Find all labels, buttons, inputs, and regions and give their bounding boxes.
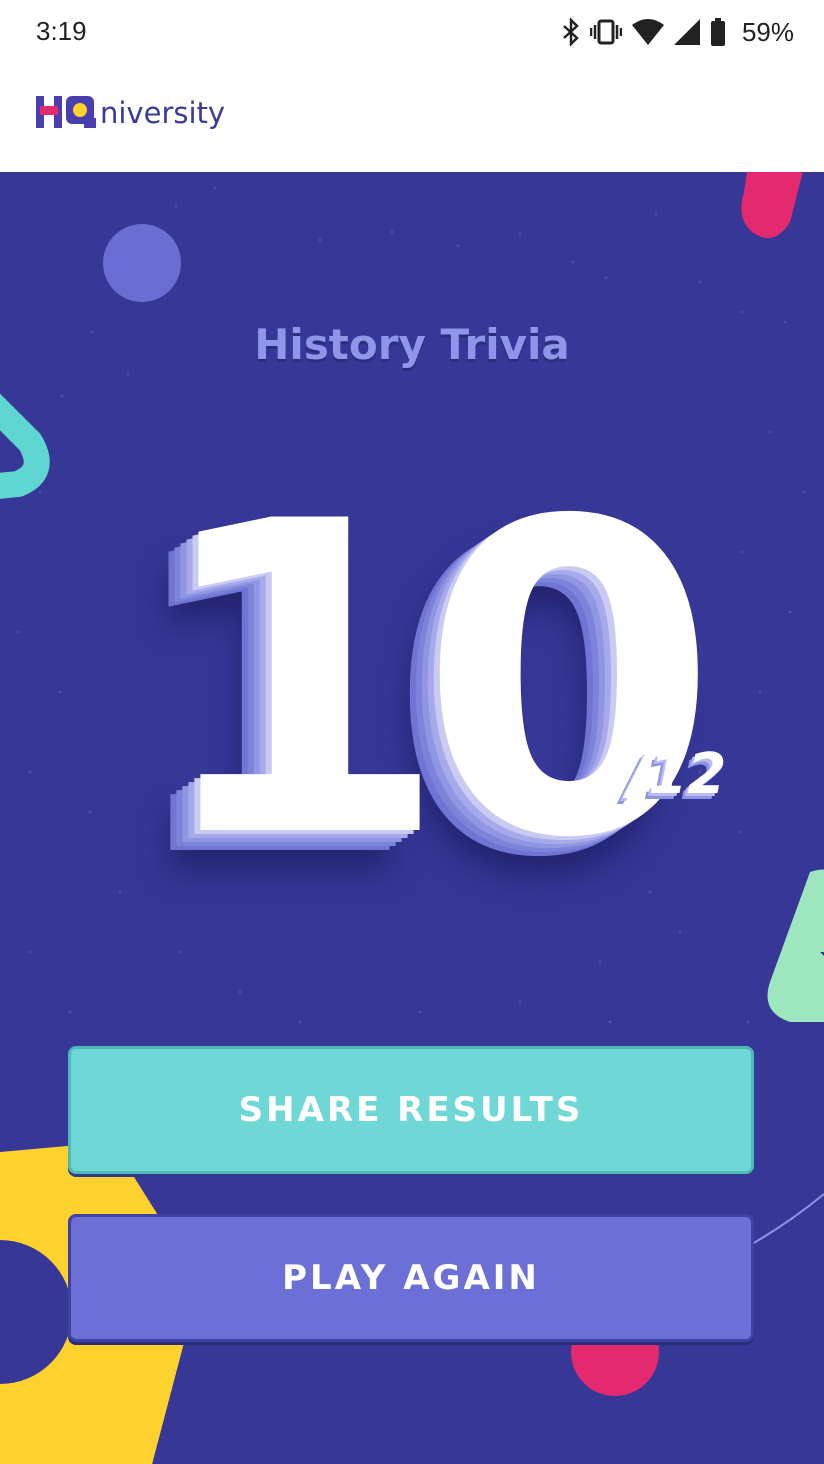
results-screen: History Trivia 10 /12 SHARE RESULTS PLAY… — [0, 172, 824, 1464]
hq-logo-mark — [36, 96, 96, 128]
status-time: 3:19 — [36, 16, 87, 46]
logo-wordmark: niversity — [100, 96, 226, 130]
status-icons: 59% — [562, 14, 794, 50]
play-again-button[interactable]: PLAY AGAIN — [68, 1214, 754, 1342]
battery-icon — [710, 18, 726, 46]
bluetooth-icon — [562, 18, 580, 46]
wifi-icon — [631, 19, 664, 45]
cell-signal-icon — [673, 19, 700, 45]
app-header: niversity — [0, 66, 824, 172]
score-value: 10 — [150, 432, 718, 932]
vibrate-icon — [589, 18, 622, 46]
score-total: /12 — [628, 742, 727, 807]
quiz-title: History Trivia — [254, 320, 570, 369]
hq-logo[interactable]: niversity — [36, 94, 225, 130]
status-bar: 3:19 59% — [0, 0, 824, 66]
battery-percent: 59% — [741, 16, 794, 47]
share-results-button[interactable]: SHARE RESULTS — [68, 1046, 754, 1174]
score-display: 10 /12 — [0, 452, 824, 912]
